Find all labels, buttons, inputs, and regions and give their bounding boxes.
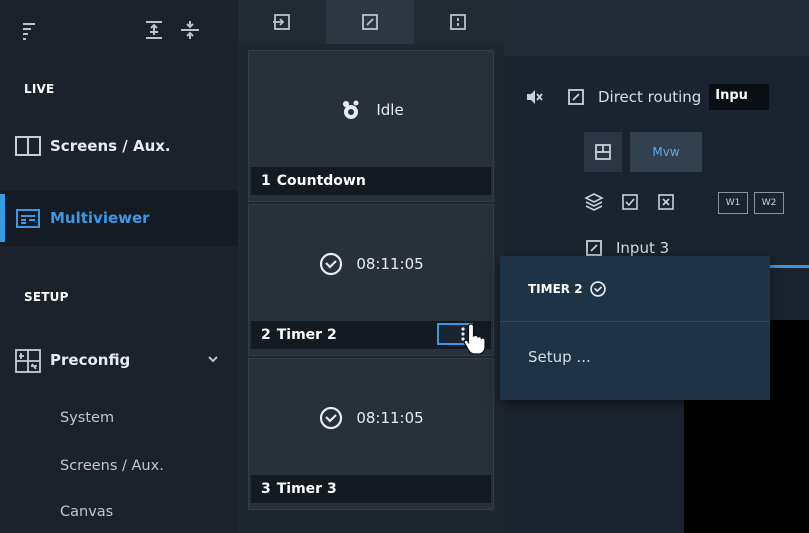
routing-panel-header xyxy=(504,0,809,56)
timer-name-bar: 2 Timer 2 xyxy=(251,321,491,349)
layout-icon-button[interactable] xyxy=(584,132,622,172)
context-menu-title: TIMER 2 xyxy=(528,281,583,296)
menu-item-setup[interactable]: Setup ... xyxy=(528,348,591,366)
context-menu-header: TIMER 2 xyxy=(500,256,770,322)
layer-tools-row xyxy=(584,192,676,212)
nav-preconfig[interactable]: Preconfig xyxy=(0,332,238,388)
timer-name: Timer 3 xyxy=(276,481,337,497)
nav-multiviewer[interactable]: Multiviewer xyxy=(0,190,238,246)
timer-card-2[interactable]: 08:11:05 2 Timer 2 xyxy=(248,204,494,356)
timer-state-area: 08:11:05 xyxy=(249,359,493,477)
timer-box-icon xyxy=(584,238,604,258)
screens-icon xyxy=(14,134,42,158)
timer-state-area: Idle xyxy=(249,51,493,169)
timer-card-1[interactable]: Idle 1 Countdown xyxy=(248,50,494,202)
align-center-icon[interactable] xyxy=(142,18,166,42)
mute-speaker-icon[interactable] xyxy=(524,87,544,107)
timer-state-text: 08:11:05 xyxy=(356,255,424,273)
timer-name: Timer 2 xyxy=(276,327,337,343)
nav-multiviewer-label: Multiviewer xyxy=(50,209,150,227)
sub-item-screens-aux[interactable]: Screens / Aux. xyxy=(60,458,164,474)
mvw-button[interactable]: Mvw xyxy=(630,132,702,172)
input3-label: Input 3 xyxy=(616,239,670,257)
layers-icon[interactable] xyxy=(584,192,604,212)
timer-name-bar: 1 Countdown xyxy=(251,167,491,195)
sub-item-system[interactable]: System xyxy=(60,410,114,426)
split-icon[interactable] xyxy=(178,18,202,42)
close-box-icon[interactable] xyxy=(656,192,676,212)
timer-card-3[interactable]: 08:11:05 3 Timer 3 xyxy=(248,358,494,510)
tab-layout[interactable] xyxy=(414,0,502,44)
w1-button[interactable]: W1 xyxy=(718,192,748,214)
timer-column: Idle 1 Countdown 08:11:05 2 Timer 2 08:1… xyxy=(238,0,504,533)
timer-index: 3 xyxy=(261,481,271,497)
check-box-icon[interactable] xyxy=(620,192,640,212)
w2-button[interactable]: W2 xyxy=(754,192,784,214)
sidebar: LIVE Screens / Aux. Multiviewer SETUP Pr… xyxy=(0,0,238,533)
sidebar-toolbar xyxy=(0,0,238,60)
timer-state-text: Idle xyxy=(376,101,404,119)
hand-cursor-icon xyxy=(462,322,488,356)
input3-row: Input 3 xyxy=(584,238,669,258)
sprout-icon xyxy=(338,97,364,123)
timer-name-bar: 3 Timer 3 xyxy=(251,475,491,503)
context-menu: TIMER 2 Setup ... xyxy=(500,256,770,400)
timer-index: 2 xyxy=(261,327,271,343)
column-tabs xyxy=(238,0,504,44)
timer-state-area: 08:11:05 xyxy=(249,205,493,323)
clock-icon xyxy=(589,280,607,298)
tab-timer[interactable] xyxy=(326,0,414,44)
layout-split-icon xyxy=(448,12,468,32)
section-setup: SETUP xyxy=(24,290,69,304)
timer-box-icon xyxy=(360,12,380,32)
chevron-down-icon[interactable] xyxy=(206,352,220,366)
multiviewer-icon xyxy=(14,206,42,230)
timer-state-text: 08:11:05 xyxy=(356,409,424,427)
nav-screens-aux[interactable]: Screens / Aux. xyxy=(0,118,238,174)
direct-routing-label: Direct routing xyxy=(598,88,702,106)
menu-lines-icon[interactable] xyxy=(20,18,44,42)
clock-icon xyxy=(318,405,344,431)
timer-box-icon xyxy=(566,87,586,107)
nav-screens-aux-label: Screens / Aux. xyxy=(50,137,171,155)
sub-item-canvas[interactable]: Canvas xyxy=(60,504,113,520)
timer-index: 1 xyxy=(261,173,271,189)
input-arrow-icon xyxy=(272,12,292,32)
active-indicator xyxy=(0,194,5,242)
preconfig-icon xyxy=(14,348,42,373)
layout-grid-icon xyxy=(593,142,613,162)
tab-input[interactable] xyxy=(238,0,326,44)
clock-icon xyxy=(318,251,344,277)
input-tag[interactable]: Inpu xyxy=(709,84,770,110)
nav-preconfig-label: Preconfig xyxy=(50,351,131,369)
timer-name: Countdown xyxy=(276,173,366,189)
section-live: LIVE xyxy=(24,82,55,96)
routing-row: Direct routing Inpu xyxy=(524,84,770,110)
